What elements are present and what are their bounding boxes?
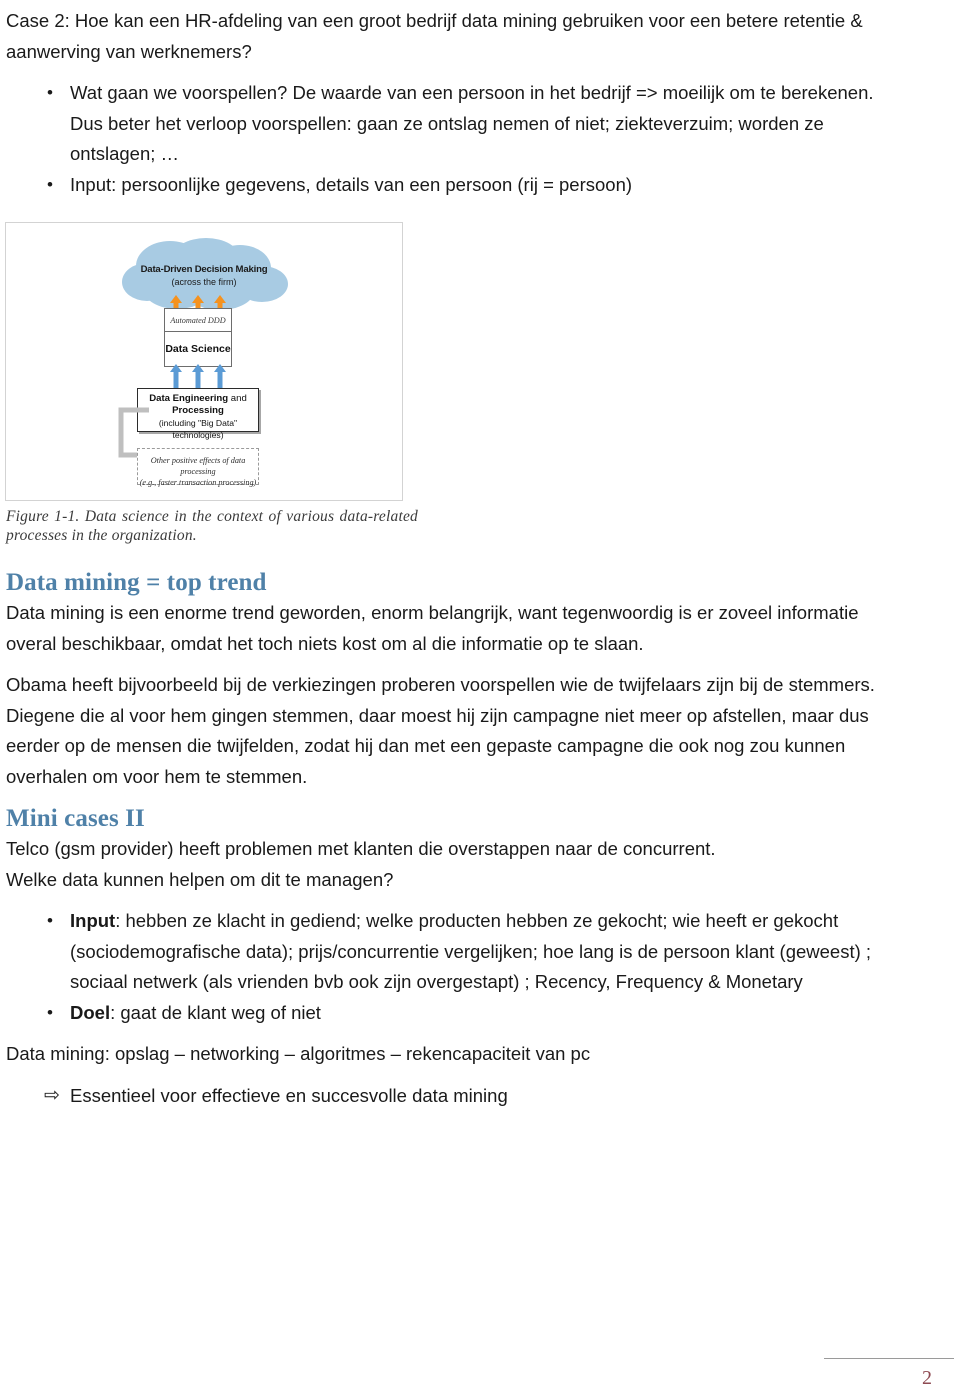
list-item-text: Input: persoonlijke gegevens, details va… bbox=[70, 173, 633, 195]
page-number: 2 bbox=[922, 1367, 932, 1389]
bullet-glyph-icon: • bbox=[47, 911, 53, 930]
data-science-label: Data Science bbox=[165, 343, 231, 355]
closing-paragraph: Data mining: opslag – networking – algor… bbox=[6, 1043, 591, 1064]
list-item-text: Wat gaan we voorspellen? De waarde van e… bbox=[70, 82, 874, 164]
data-engineering-bold: Data Engineering bbox=[149, 393, 229, 404]
list-item-text: : hebben ze klacht in gediend; welke pro… bbox=[70, 910, 872, 992]
bullet-glyph-icon: • bbox=[47, 174, 53, 194]
data-science-box: Automated DDD Data Science bbox=[164, 308, 232, 367]
list-item-lead: Doel bbox=[70, 1001, 111, 1023]
case-bullet-list: • Wat gaan we voorspellen? De waarde van… bbox=[6, 78, 906, 200]
trend-paragraph-1: Data mining is een enorme trend geworden… bbox=[6, 602, 859, 654]
closing-bullet-list: ⇨ Essentieel voor effectieve en succesvo… bbox=[6, 1081, 906, 1112]
data-engineering-box: Data Engineering and Processing (includi… bbox=[137, 388, 259, 440]
list-item: • Input: hebben ze klacht in gediend; we… bbox=[6, 906, 906, 998]
document-body: Case 2: Hoe kan een HR-afdeling van een … bbox=[5, 6, 906, 1112]
bullet-glyph-icon: • bbox=[47, 83, 53, 102]
other-effects-line2: (e.g., faster transaction processing) bbox=[139, 478, 257, 487]
list-item: ⇨ Essentieel voor effectieve en succesvo… bbox=[6, 1081, 906, 1112]
list-item: • Input: persoonlijke gegevens, details … bbox=[6, 170, 906, 201]
blue-arrow-up-icon bbox=[192, 364, 204, 388]
mini-cases-paragraph-2: Welke data kunnen helpen om dit te manag… bbox=[6, 868, 394, 890]
other-effects-box: Other positive effects of data processin… bbox=[137, 448, 259, 487]
footer-divider bbox=[824, 1358, 954, 1359]
document-page: Case 2: Hoe kan een HR-afdeling van een … bbox=[0, 0, 960, 1398]
automated-ddd-label: Automated DDD bbox=[165, 309, 231, 332]
other-effects-line1: Other positive effects of data processin… bbox=[150, 456, 246, 476]
trend-paragraph-2: Obama heeft bijvoorbeeld bij de verkiezi… bbox=[6, 674, 875, 787]
section-heading-mini-cases: Mini cases II bbox=[6, 805, 145, 832]
blue-arrow-up-icon bbox=[214, 364, 226, 388]
list-item: • Doel: gaat de klant weg of niet bbox=[6, 998, 906, 1029]
cloud-icon bbox=[114, 238, 294, 316]
figure-block: Data-Driven Decision Making (across the … bbox=[5, 222, 906, 545]
bullet-glyph-icon: • bbox=[47, 1002, 53, 1022]
data-engineering-line3: (including "Big Data" technologies) bbox=[158, 418, 238, 440]
arrow-bullet-glyph-icon: ⇨ bbox=[44, 1084, 60, 1106]
list-item: • Wat gaan we voorspellen? De waarde van… bbox=[6, 78, 906, 170]
data-engineering-line2: Processing bbox=[172, 405, 224, 416]
data-engineering-rest: and bbox=[228, 393, 247, 404]
data-engineering-line1: Data Engineering and bbox=[138, 393, 258, 405]
list-item-text: : gaat de klant weg of niet bbox=[110, 1001, 321, 1023]
section-heading-trend: Data mining = top trend bbox=[6, 569, 267, 596]
list-item-text: Essentieel voor effectieve en succesvoll… bbox=[70, 1084, 508, 1106]
mini-cases-bullet-list: • Input: hebben ze klacht in gediend; we… bbox=[6, 906, 906, 1028]
mini-cases-paragraph-1: Telco (gsm provider) heeft problemen met… bbox=[6, 838, 716, 859]
case-heading: Case 2: Hoe kan een HR-afdeling van een … bbox=[6, 10, 863, 62]
page-footer: 2 bbox=[734, 1358, 954, 1390]
blue-arrow-up-icon bbox=[170, 364, 182, 388]
figure-caption: Figure 1-1. Data science in the context … bbox=[6, 508, 418, 544]
figure-frame: Data-Driven Decision Making (across the … bbox=[5, 222, 403, 501]
list-item-lead: Input bbox=[70, 910, 116, 931]
